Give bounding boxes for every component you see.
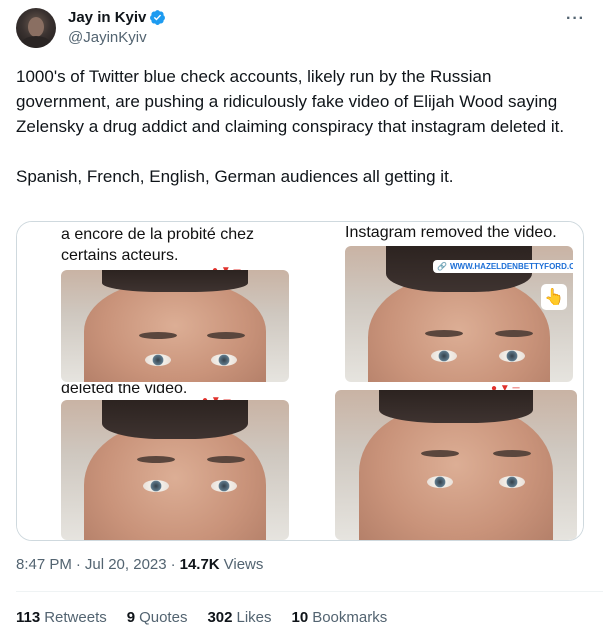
- likes-label: Likes: [236, 609, 272, 626]
- eye: [143, 480, 169, 492]
- divider: [16, 591, 603, 592]
- views-label: Views: [223, 556, 264, 573]
- views-count[interactable]: 14.7K: [180, 556, 220, 573]
- display-name[interactable]: Jay in Kyiv: [68, 9, 146, 26]
- hair: [102, 400, 248, 440]
- media-panel-3[interactable]: deleted the video. ● ▼ ─: [17, 384, 299, 540]
- name-row: Jay in Kyiv: [68, 9, 166, 26]
- more-options-icon[interactable]: ···: [566, 10, 585, 28]
- eyebrow: [493, 450, 531, 457]
- panel-caption: deleted the video.: [61, 384, 188, 399]
- eyebrow: [421, 450, 459, 457]
- media-panel-4[interactable]: ● ▼ ─: [301, 384, 583, 540]
- eye: [427, 476, 453, 488]
- likes-stat[interactable]: 302 Likes: [207, 609, 271, 626]
- video-frame: 🔗 WWW.HAZELDENBETTYFORD.ORG 👆: [345, 246, 573, 382]
- tweet-date[interactable]: Jul 20, 2023: [85, 556, 167, 573]
- face: [83, 281, 267, 382]
- avatar-face: [28, 17, 44, 37]
- retweets-label: Retweets: [44, 609, 107, 626]
- eyebrow: [495, 330, 533, 337]
- media-panel-2[interactable]: Instagram removed the video. 🔗 WWW.HAZEL…: [301, 222, 583, 382]
- panel-caption: a encore de la probité chez certains act…: [61, 224, 255, 266]
- verified-badge-icon: [150, 10, 166, 25]
- quotes-stat[interactable]: 9 Quotes: [127, 609, 188, 626]
- eyebrow: [425, 330, 463, 337]
- link-text: WWW.HAZELDENBETTYFORD.ORG: [449, 262, 573, 271]
- eye: [499, 476, 525, 488]
- meta-separator: ·: [75, 556, 81, 573]
- avatar-shoulders: [20, 36, 52, 48]
- bookmarks-count: 10: [291, 609, 309, 626]
- retweets-stat[interactable]: 113 Retweets: [16, 609, 107, 626]
- video-frame: [335, 390, 577, 540]
- hair: [102, 270, 248, 293]
- retweets-count: 113: [16, 609, 41, 626]
- tweet-meta: 8:47 PM · Jul 20, 2023 · 14.7K Views: [16, 556, 263, 573]
- link-chip: 🔗 WWW.HAZELDENBETTYFORD.ORG: [433, 260, 573, 273]
- avatar[interactable]: [16, 8, 56, 48]
- likes-count: 302: [207, 609, 233, 626]
- bookmarks-label: Bookmarks: [312, 609, 388, 626]
- tweet-header: Jay in Kyiv @JayinKyiv ···: [16, 8, 591, 52]
- meta-separator: ·: [170, 556, 176, 573]
- media-panel-1[interactable]: a encore de la probité chez certains act…: [17, 222, 299, 382]
- tweet-time[interactable]: 8:47 PM: [16, 556, 72, 573]
- media-grid[interactable]: a encore de la probité chez certains act…: [16, 221, 584, 541]
- hair: [378, 390, 534, 423]
- eye: [499, 350, 525, 362]
- quotes-count: 9: [126, 609, 136, 626]
- eye: [431, 350, 457, 362]
- quotes-label: Quotes: [139, 609, 188, 626]
- eyebrow: [137, 456, 175, 463]
- eye: [211, 480, 237, 492]
- engagement-stats: 113 Retweets 9 Quotes 302 Likes 10 Bookmarks: [16, 609, 387, 626]
- handle[interactable]: @JayinKyiv: [68, 29, 147, 46]
- tweet-text: 1000's of Twitter blue check accounts, l…: [16, 67, 565, 186]
- panel-caption: Instagram removed the video.: [345, 222, 557, 243]
- eyebrow: [207, 332, 245, 339]
- pointing-hand-icon: 👆: [541, 284, 567, 310]
- face: [83, 422, 267, 540]
- bookmarks-stat[interactable]: 10 Bookmarks: [292, 609, 388, 626]
- face: [359, 405, 553, 540]
- link-icon: 🔗: [437, 262, 447, 271]
- eyebrow: [207, 456, 245, 463]
- eye: [211, 354, 237, 366]
- eyebrow: [139, 332, 177, 339]
- video-frame: [61, 400, 289, 540]
- video-frame: [61, 270, 289, 382]
- eye: [145, 354, 171, 366]
